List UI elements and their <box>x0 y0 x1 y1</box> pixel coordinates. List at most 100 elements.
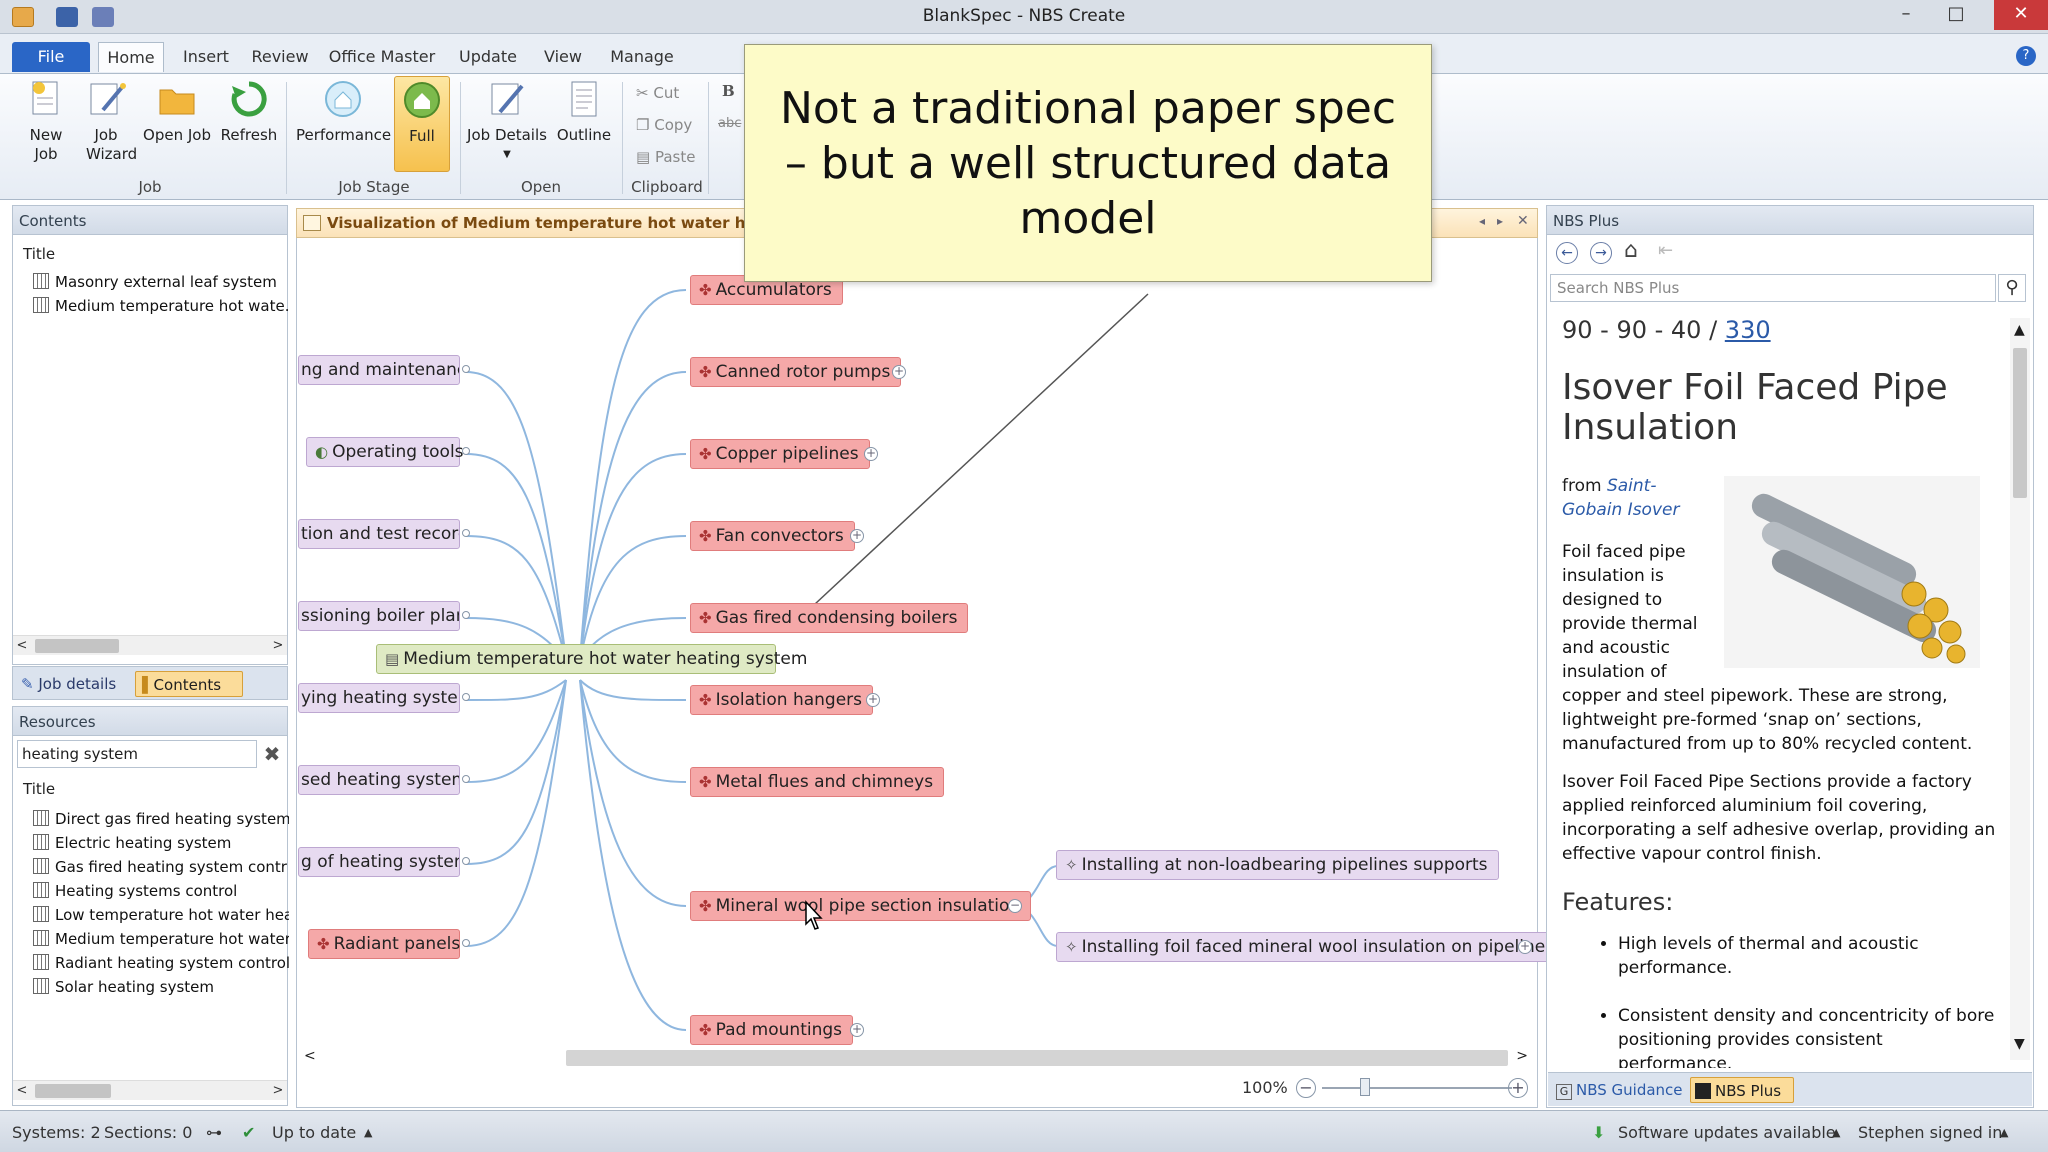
right-node-label: Pad mountings <box>715 1020 842 1040</box>
product-icon: ✤ <box>699 281 712 299</box>
product-icon: ✤ <box>699 773 712 791</box>
tab-nbs-guidance[interactable]: G NBS Guidance <box>1556 1078 1683 1102</box>
right-node[interactable]: ✤ Mineral wool pipe section insulation <box>690 891 1032 921</box>
status-menu-arrow-icon[interactable]: ▲ <box>2000 1126 2008 1139</box>
tab-nbs-guidance-label: NBS Guidance <box>1576 1081 1683 1099</box>
right-node[interactable]: ✤ Copper pipelines <box>690 439 870 469</box>
product-icon: ✤ <box>699 363 712 381</box>
guidance-icon: G <box>1556 1084 1572 1100</box>
sub-node-label: Installing at non-loadbearing pipelines … <box>1081 855 1488 875</box>
nbs-features-title: Features: <box>1562 888 1674 916</box>
scroll-left-icon[interactable]: < <box>304 1048 316 1064</box>
connector-dot <box>462 529 470 537</box>
check-icon: ✔ <box>242 1123 256 1142</box>
expand-icon[interactable]: + <box>850 529 864 543</box>
nbs-plus-header: NBS Plus <box>1546 205 2034 235</box>
nbs-feature-item: High levels of thermal and acoustic perf… <box>1618 932 2000 980</box>
collapse-icon[interactable]: − <box>1008 899 1022 913</box>
left-node-label: ssioning boiler plant <box>301 606 460 626</box>
expand-icon[interactable]: + <box>850 1023 864 1037</box>
product-icon: ✤ <box>699 1021 712 1039</box>
nbs-product-content: Foil faced pipe insulation is designed t… <box>1548 308 2008 1068</box>
right-node-label: Fan convectors <box>715 526 844 546</box>
mouse-cursor-icon <box>805 900 823 930</box>
product-icon: ✤ <box>699 527 712 545</box>
sub-node[interactable]: ✧ Installing foil faced mineral wool insu… <box>1056 932 1566 962</box>
right-node[interactable]: ✤ Canned rotor pumps <box>690 357 902 387</box>
status-menu-arrow-icon[interactable]: ▲ <box>1832 1126 1840 1139</box>
center-node-label: Medium temperature hot water heating sys… <box>403 649 808 669</box>
status-bar: Systems: 2 Sections: 0 ⊶ ✔ Up to date ▲ … <box>0 1110 2048 1152</box>
image-float-spacer <box>1710 540 2000 670</box>
nbs-features-list: High levels of thermal and acoustic perf… <box>1562 932 2000 1068</box>
left-node[interactable]: ng and maintenance <box>298 355 460 385</box>
left-node-label: ying heating systems <box>301 688 459 708</box>
left-node-label: Operating tools <box>332 442 464 462</box>
home-icon[interactable]: ⌂ <box>1624 238 1638 263</box>
status-systems: Systems: 2 <box>12 1123 101 1142</box>
nbs-paragraph: Isover Foil Faced Pipe Sections provide … <box>1562 772 1996 864</box>
forward-icon[interactable]: → <box>1590 242 1612 264</box>
right-node[interactable]: ✤ Pad mountings <box>690 1015 853 1045</box>
expand-icon[interactable]: + <box>1518 940 1532 954</box>
right-node[interactable]: ✤ Metal flues and chimneys <box>690 767 945 797</box>
canvas-hscrollbar[interactable]: < > <box>298 1046 1536 1070</box>
zoom-slider[interactable] <box>1322 1087 1512 1089</box>
scroll-down-icon[interactable]: ▼ <box>2014 1036 2025 1052</box>
tool-icon: ✧ <box>1065 938 1078 956</box>
right-node-label: Mineral wool pipe section insulation <box>715 896 1021 916</box>
expand-icon[interactable]: + <box>892 365 906 379</box>
left-node-label: sed heating systems <box>301 770 460 790</box>
connector-dot <box>462 611 470 619</box>
left-node[interactable]: ◐ Operating tools <box>306 437 464 467</box>
scroll-thumb[interactable] <box>2013 348 2027 498</box>
scroll-thumb[interactable] <box>566 1050 1508 1066</box>
left-node-label: tion and test records <box>301 524 460 544</box>
tab-nbs-plus[interactable]: NBS Plus <box>1690 1077 1794 1103</box>
expand-icon[interactable]: + <box>866 693 880 707</box>
product-icon: ✤ <box>317 935 330 953</box>
left-node[interactable]: g of heating systems <box>298 847 460 877</box>
left-node[interactable]: ssioning boiler plant <box>298 601 460 631</box>
tab-nbs-plus-label: NBS Plus <box>1715 1082 1782 1100</box>
callout-note: Not a traditional paper spec – but a wel… <box>744 44 1432 282</box>
bookmark-icon: ⇤ <box>1658 240 1674 261</box>
status-sections: Sections: 0 <box>104 1123 193 1142</box>
left-node[interactable]: sed heating systems <box>298 765 460 795</box>
left-node-label: Radiant panels <box>333 934 461 954</box>
nbs-feature-item: Consistent density and concentricity of … <box>1618 1004 2000 1068</box>
connector-dot <box>462 775 470 783</box>
connector-dot <box>462 857 470 865</box>
expand-icon[interactable]: + <box>864 447 878 461</box>
nbs-text-flow: Foil faced pipe insulation is designed t… <box>1562 540 2000 1068</box>
status-user: Stephen signed in <box>1858 1123 2003 1142</box>
download-icon: ⬇ <box>1592 1123 1606 1142</box>
status-up-to-date[interactable]: Up to date <box>272 1123 356 1142</box>
back-icon[interactable]: ← <box>1556 242 1578 264</box>
tool-icon: ✧ <box>1065 856 1078 874</box>
left-node[interactable]: tion and test records <box>298 519 460 549</box>
right-node-label: Isolation hangers <box>715 690 863 710</box>
scroll-right-icon[interactable]: > <box>1516 1048 1528 1064</box>
zoom-out-icon[interactable]: − <box>1296 1078 1316 1098</box>
scroll-up-icon[interactable]: ▲ <box>2014 322 2025 338</box>
zoom-slider-thumb[interactable] <box>1360 1078 1370 1096</box>
nbs-vscrollbar[interactable]: ▲ ▼ <box>2010 318 2030 1060</box>
left-node[interactable]: ying heating systems <box>298 683 460 713</box>
product-icon: ✤ <box>699 609 712 627</box>
status-updates[interactable]: Software updates available <box>1618 1123 1836 1142</box>
center-node[interactable]: ▤ Medium temperature hot water heating sy… <box>376 644 807 674</box>
zoom-in-icon[interactable]: + <box>1508 1078 1528 1098</box>
nbs-bottom-tabs: G NBS Guidance NBS Plus <box>1548 1072 2032 1106</box>
sub-node[interactable]: ✧ Installing at non-loadbearing pipelines… <box>1056 850 1499 880</box>
search-icon[interactable]: ⚲ <box>1998 274 2026 302</box>
right-node[interactable]: ✤ Fan convectors <box>690 521 855 551</box>
right-node[interactable]: ✤ Isolation hangers <box>690 685 874 715</box>
zoom-level: 100% <box>1242 1078 1288 1097</box>
callout-text: Not a traditional paper spec – but a wel… <box>779 83 1397 244</box>
sub-node-label: Installing foil faced mineral wool insul… <box>1081 937 1555 957</box>
left-node[interactable]: ✤ Radiant panels <box>308 929 460 959</box>
status-menu-arrow-icon[interactable]: ▲ <box>364 1126 372 1139</box>
nbs-search-input[interactable]: Search NBS Plus <box>1550 274 1996 302</box>
right-node[interactable]: ✤ Gas fired condensing boilers <box>690 603 969 633</box>
